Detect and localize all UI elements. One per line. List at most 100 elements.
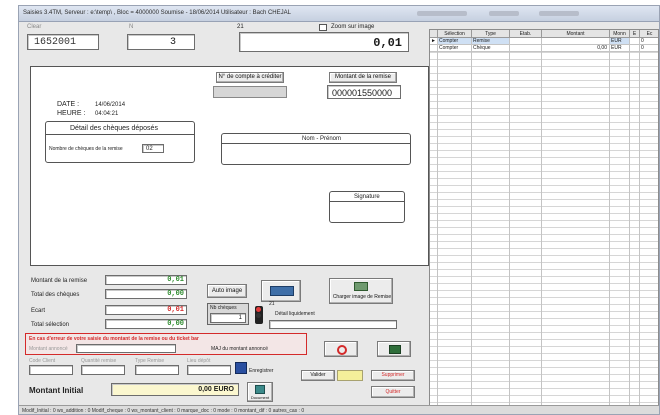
valider-button[interactable]: Valider — [301, 370, 335, 381]
nb-cheques-field[interactable]: 1 — [210, 313, 246, 323]
grid-col-line — [609, 52, 610, 408]
grid-row-line — [430, 171, 658, 172]
count-field[interactable]: 3 — [127, 34, 195, 50]
id-field-value: 1652001 — [34, 37, 77, 48]
signature-label: Signature — [354, 194, 380, 200]
grid-row-line — [430, 87, 658, 88]
grid-row-line — [430, 199, 658, 200]
grid-row-line — [430, 94, 658, 95]
grid-cell[interactable]: 0,00 — [542, 45, 610, 52]
document-button[interactable]: Document — [247, 382, 273, 402]
traffic-light-icon — [255, 306, 263, 324]
grid-row-line — [430, 325, 658, 326]
grid-cell[interactable] — [510, 38, 542, 45]
grid-row-line — [430, 269, 658, 270]
document-label: Document — [250, 395, 270, 400]
amount-label: 21 — [237, 24, 244, 30]
grid-header-ec[interactable]: Ec — [640, 30, 658, 38]
grid-header-monnaie[interactable]: Monn — [610, 30, 630, 38]
circle-icon — [337, 345, 347, 355]
grid-cell[interactable] — [542, 38, 610, 45]
ecart-label: Ecart — [31, 308, 46, 314]
grid-cell[interactable]: EUR — [610, 38, 630, 45]
grid-row-line — [430, 220, 658, 221]
grid-row-line — [430, 234, 658, 235]
grid-cell[interactable]: 0 — [640, 45, 658, 52]
announced-amount-field[interactable] — [76, 344, 176, 353]
scanner-icon — [270, 286, 294, 296]
grid-col-line — [509, 52, 510, 408]
blurred-title-segment — [489, 11, 519, 16]
grid-cell[interactable] — [510, 45, 542, 52]
ecart-value: 0,01 — [167, 306, 184, 314]
grid-cell[interactable]: EUR — [610, 45, 630, 52]
grid-header-etab[interactable]: Etab. — [510, 30, 542, 38]
tools-button[interactable] — [377, 341, 411, 357]
cheques-detail-title: Détail des chèques déposés — [70, 125, 158, 132]
grid-row-line — [430, 150, 658, 151]
grid-header-e[interactable]: E — [630, 30, 640, 38]
selection-field[interactable]: 0,00 — [105, 319, 187, 329]
cancel-circle-button[interactable] — [324, 341, 358, 357]
grid-row-line — [430, 80, 658, 81]
traffic-light-red — [256, 307, 261, 312]
selection-value: 0,00 — [167, 320, 184, 328]
blurred-title-segment — [539, 11, 579, 16]
detail-liquidement-label: Détail liquidement — [275, 311, 315, 317]
quantity-field[interactable] — [81, 365, 125, 375]
zoom-checkbox[interactable] — [319, 24, 327, 31]
grid-row-line — [430, 262, 658, 263]
grid-cell[interactable]: Chèque — [472, 45, 510, 52]
grid-col-line — [437, 52, 438, 408]
grid-header-selection[interactable]: Sélection — [438, 30, 472, 38]
time-value: 04:04:21 — [95, 111, 119, 117]
maj-button[interactable]: MAJ du montant annoncé — [211, 346, 268, 352]
enregistrer-label[interactable]: Enregistrer — [249, 368, 273, 374]
blurred-title-segment — [417, 11, 467, 16]
detail-liquidement-field[interactable] — [269, 320, 397, 329]
initial-amount-label: Montant Initial — [29, 386, 84, 395]
account-button[interactable]: N° de compte à créditer — [216, 72, 284, 83]
grid-header-montant[interactable]: Montant — [542, 30, 610, 38]
account-value-redacted — [213, 86, 287, 98]
grid-cell[interactable] — [630, 38, 640, 45]
ecart-field[interactable]: 0,01 — [105, 305, 187, 315]
quantity-label: Quantité remise — [81, 358, 117, 364]
grid-empty-area — [430, 52, 658, 408]
grid-cell[interactable]: 0 — [640, 38, 658, 45]
charger-image-button[interactable]: Charger image de Remise — [329, 278, 393, 304]
deposit-place-field[interactable] — [187, 365, 231, 375]
supprimer-button[interactable]: Supprimer — [371, 370, 415, 381]
grid-row-line — [430, 318, 658, 319]
grid-col-line — [639, 52, 640, 408]
remise-type-label: Type Remise — [135, 358, 165, 364]
grid-header-type[interactable]: Type — [472, 30, 510, 38]
grid-row-line — [430, 276, 658, 277]
grid-row-line — [430, 332, 658, 333]
grid-cell[interactable]: Remise — [472, 38, 510, 45]
divider — [222, 143, 410, 144]
grid-cell[interactable]: Compter — [438, 38, 472, 45]
cheques-count-field[interactable]: 02 — [142, 144, 164, 153]
save-icon[interactable] — [235, 362, 247, 374]
grid-row-line — [430, 360, 658, 361]
row-indicator — [430, 45, 438, 52]
amount-remise-field[interactable]: 000001550000 — [327, 85, 401, 99]
auto-image-button[interactable]: Auto image — [207, 284, 247, 298]
client-code-field[interactable] — [29, 365, 73, 375]
grid-cell[interactable] — [630, 45, 640, 52]
scanner-button[interactable] — [261, 280, 301, 302]
id-field[interactable]: 1652001 — [27, 34, 99, 50]
initial-amount-field[interactable]: 0,00 EURO — [111, 383, 239, 396]
grid-row-line — [430, 248, 658, 249]
initial-amount-value: 0,00 EURO — [198, 386, 234, 393]
remise-field[interactable]: 0,01 — [105, 275, 187, 285]
grid-row-line — [430, 304, 658, 305]
cheques-total-field[interactable]: 0,00 — [105, 289, 187, 299]
zoom-checkbox-label: Zoom sur image — [331, 24, 375, 30]
grid-cell[interactable]: Compter — [438, 45, 472, 52]
quitter-button[interactable]: Quitter — [371, 386, 415, 398]
grid-row-line — [430, 73, 658, 74]
remise-type-field[interactable] — [135, 365, 179, 375]
amount-field[interactable]: 0,01 — [239, 32, 409, 52]
